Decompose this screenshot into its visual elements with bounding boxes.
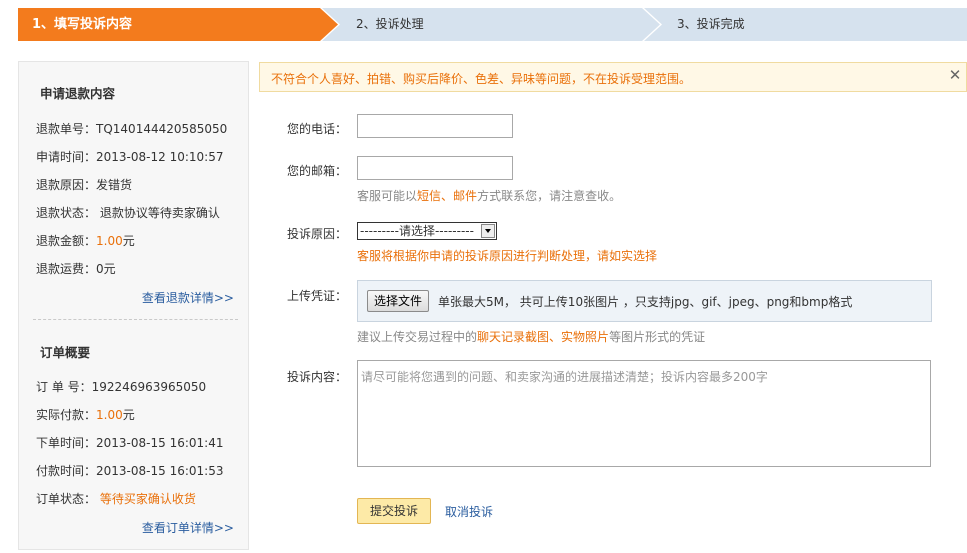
hint-highlight-sms: 短信 [417, 189, 442, 203]
row-value: 1.00 [96, 408, 123, 422]
hint-highlight-chat: 聊天记录截图 [477, 330, 550, 344]
step-label: 1、填写投诉内容 [32, 17, 133, 32]
row-label: 退款单号： [36, 122, 97, 136]
contact-hint: 客服可能以短信、邮件方式联系您，请注意查收。 [357, 187, 621, 204]
hint-highlight-photo: 实物照片 [561, 330, 610, 344]
order-summary-panel: 申请退款内容 退款单号：TQ140144420585050 申请时间：2013-… [18, 61, 249, 550]
step-label: 2、投诉处理 [356, 17, 424, 31]
textarea-placeholder: 请尽可能将您遇到的问题、和卖家沟通的进展描述清楚；投诉内容最多200字 [361, 370, 768, 384]
row-value: 192246963965050 [91, 380, 207, 394]
row-value: 0元 [96, 262, 116, 276]
view-refund-details-link[interactable]: 查看退款详情>> [142, 289, 234, 306]
row-label: 订 单 号： [36, 380, 92, 394]
refund-number-row: 退款单号：TQ140144420585050 [36, 120, 227, 137]
section-divider [33, 319, 238, 320]
step-processing: 2、投诉处理 [340, 8, 640, 41]
hint-highlight-mail: 邮件 [453, 189, 478, 203]
order-section-title: 订单概要 [40, 345, 91, 360]
upload-hint: 建议上传交易过程中的聊天记录截图、实物照片等图片形式的凭证 [357, 328, 705, 345]
row-value: 等待买家确认收货 [96, 492, 196, 506]
refund-status-row: 退款状态： 退款协议等待卖家确认 [36, 204, 220, 221]
reason-warning: 客服将根据你申请的投诉原因进行判断处理，请如实选择 [357, 249, 658, 263]
progress-steps: 1、填写投诉内容 2、投诉处理 3、投诉完成 [18, 8, 967, 41]
complaint-content-textarea[interactable]: 请尽可能将您遇到的问题、和卖家沟通的进展描述清楚；投诉内容最多200字 [357, 360, 931, 467]
actual-payment-row: 实际付款：1.00元 [36, 406, 135, 423]
cancel-complaint-link[interactable]: 取消投诉 [445, 503, 493, 520]
reason-select[interactable]: ---------请选择--------- [357, 222, 497, 240]
payment-time-row: 付款时间：2013-08-15 16:01:53 [36, 462, 223, 479]
email-input[interactable] [357, 156, 513, 180]
row-label: 付款时间： [36, 464, 97, 478]
chevron-down-icon [481, 224, 495, 238]
row-value: 1.00 [96, 234, 123, 248]
email-label: 您的邮箱： [287, 164, 348, 178]
row-value: TQ140144420585050 [96, 122, 228, 136]
notice-text: 不符合个人喜好、拍错、购买后降价、色差、异味等问题，不在投诉受理范围。 [271, 72, 692, 86]
refund-section-title: 申请退款内容 [40, 86, 116, 101]
row-label: 实际付款： [36, 408, 97, 422]
view-order-details-link[interactable]: 查看订单详情>> [142, 519, 234, 536]
row-label: 退款原因： [36, 178, 97, 192]
hint-separator: 、 [441, 189, 454, 203]
step-complete: 3、投诉完成 [662, 8, 962, 41]
order-status-row: 订单状态： 等待买家确认收货 [36, 490, 196, 507]
close-icon[interactable]: ✕ [947, 66, 963, 84]
row-label: 订单状态： [36, 492, 97, 506]
refund-reason-row: 退款原因：发错货 [36, 176, 132, 193]
refund-time-row: 申请时间：2013-08-12 10:10:57 [36, 148, 223, 165]
hint-separator: 、 [549, 330, 562, 344]
scope-notice: 不符合个人喜好、拍错、购买后降价、色差、异味等问题，不在投诉受理范围。 ✕ [259, 62, 967, 92]
hint-text: 方式联系您，请注意查收。 [477, 189, 622, 203]
hint-text: 建议上传交易过程中的 [357, 330, 478, 344]
row-suffix: 元 [122, 408, 135, 422]
upload-box: 选择文件 单张最大5M， 共可上传10张图片 ，只支持jpg、gif、jpeg、… [357, 280, 932, 322]
row-value: 退款协议等待卖家确认 [96, 206, 220, 220]
hint-text: 客服可能以 [357, 189, 418, 203]
submit-complaint-button[interactable]: 提交投诉 [357, 498, 431, 524]
order-time-row: 下单时间：2013-08-15 16:01:41 [36, 434, 223, 451]
row-label: 申请时间： [36, 150, 97, 164]
row-label: 退款金额： [36, 234, 97, 248]
row-value: 2013-08-15 16:01:53 [96, 464, 224, 478]
refund-shipping-row: 退款运费：0元 [36, 260, 116, 277]
row-label: 下单时间： [36, 436, 97, 450]
row-label: 退款运费： [36, 262, 97, 276]
step-label: 3、投诉完成 [677, 17, 745, 31]
row-value: 2013-08-12 10:10:57 [96, 150, 224, 164]
reason-label: 投诉原因： [287, 227, 348, 241]
row-value: 发错货 [96, 178, 133, 192]
content-label: 投诉内容： [287, 370, 348, 384]
row-label: 退款状态： [36, 206, 97, 220]
phone-label: 您的电话： [287, 122, 348, 136]
phone-input[interactable] [357, 114, 513, 138]
order-number-row: 订 单 号：192246963965050 [36, 378, 206, 395]
refund-amount-row: 退款金额：1.00元 [36, 232, 135, 249]
row-value: 2013-08-15 16:01:41 [96, 436, 224, 450]
upload-label: 上传凭证： [287, 289, 348, 303]
step-fill-form: 1、填写投诉内容 [18, 8, 318, 41]
reason-selected-value: ---------请选择--------- [360, 224, 474, 238]
upload-info: 单张最大5M， 共可上传10张图片 ，只支持jpg、gif、jpeg、png和b… [438, 295, 853, 309]
choose-file-button[interactable]: 选择文件 [367, 290, 430, 312]
row-suffix: 元 [122, 234, 135, 248]
hint-text: 等图片形式的凭证 [609, 330, 706, 344]
